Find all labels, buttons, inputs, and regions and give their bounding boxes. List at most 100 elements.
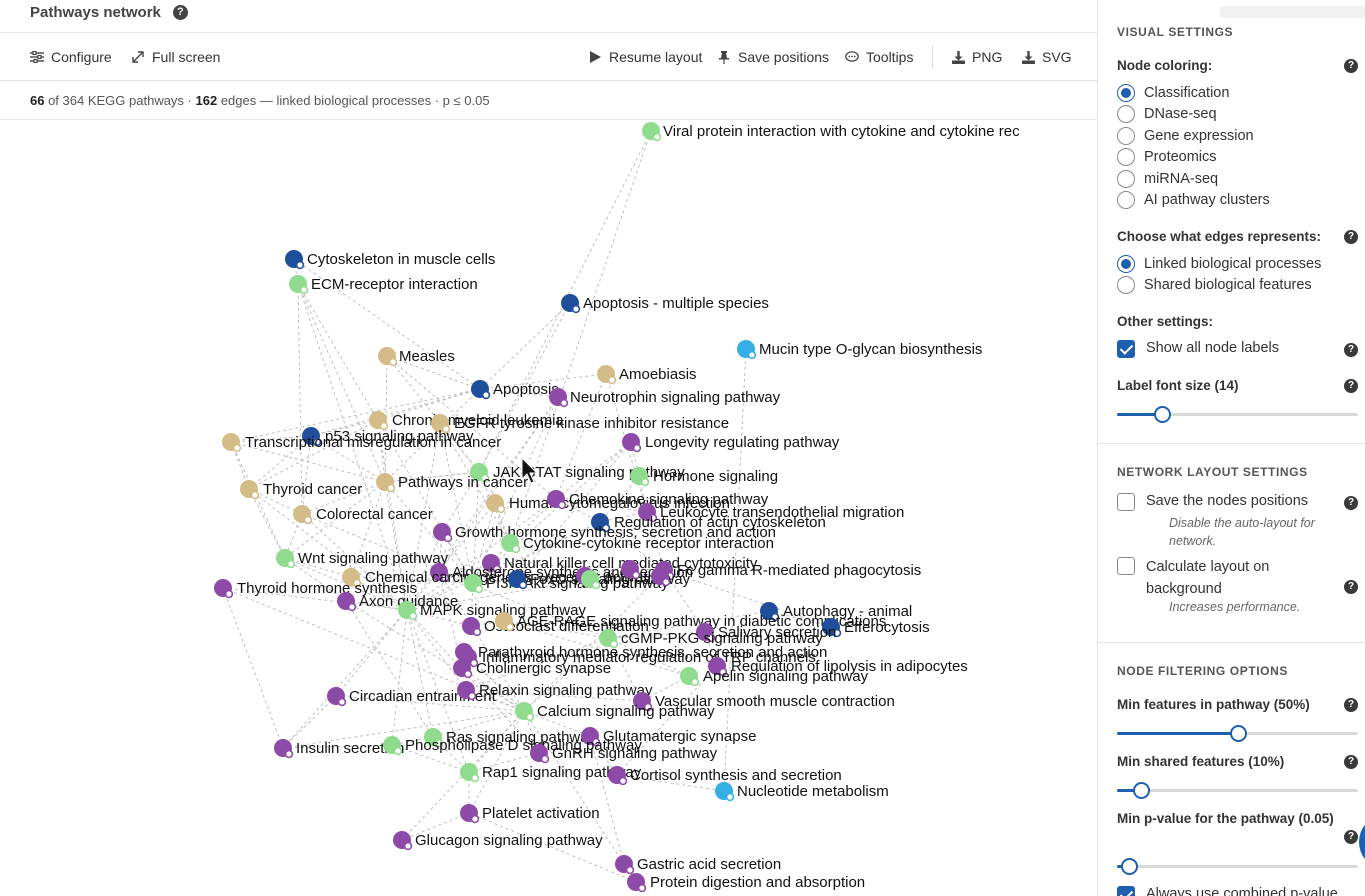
save-nodes-checkbox[interactable]: Save the nodes positions xyxy=(1117,493,1308,511)
slider-knob[interactable] xyxy=(1133,782,1150,799)
node-badge-icon xyxy=(388,357,398,367)
min-shared-help-icon[interactable]: ? xyxy=(1344,755,1358,769)
node-badge-icon xyxy=(661,577,671,587)
node-badge-icon xyxy=(540,754,550,764)
tooltips-button[interactable]: Tooltips xyxy=(845,33,913,81)
network-node-fc[interactable]: Fc gamma R-mediated phagocytosis xyxy=(655,561,921,581)
min-features-help-icon[interactable]: ? xyxy=(1344,698,1358,712)
network-node-relax[interactable]: Relaxin signaling pathway xyxy=(457,681,653,701)
network-node-egfr[interactable]: EGFR tyrosine kinase inhibitor resistanc… xyxy=(431,414,729,434)
network-node-neurot[interactable]: Neurotrophin signaling pathway xyxy=(549,388,781,408)
network-node-ecm[interactable]: ECM-receptor interaction xyxy=(289,275,478,295)
radio-circle[interactable] xyxy=(1117,84,1135,102)
min-pvalue-slider[interactable] xyxy=(1117,856,1358,876)
node-badge-icon xyxy=(474,584,484,594)
svg-button[interactable]: SVG xyxy=(1021,33,1072,81)
node-badge-icon xyxy=(232,443,242,453)
radio-circle[interactable] xyxy=(1117,276,1135,295)
min-features-slider[interactable] xyxy=(1117,723,1358,743)
radio-dnase-seq[interactable]: DNase-seq xyxy=(1117,104,1217,124)
configure-button[interactable]: Configure xyxy=(30,33,112,81)
network-node-color[interactable]: Colorectal cancer xyxy=(293,505,433,525)
radio-circle[interactable] xyxy=(1117,169,1135,188)
network-node-protdig[interactable]: Protein digestion and absorption xyxy=(627,873,865,893)
edges-help-icon[interactable]: ? xyxy=(1344,230,1358,244)
network-node-cci[interactable]: Cytokine-cytokine receptor interaction xyxy=(501,534,774,554)
save-positions-button[interactable]: Save positions xyxy=(717,33,829,81)
network-node-apop[interactable]: Apoptosis xyxy=(471,380,559,400)
network-edge xyxy=(479,302,571,390)
radio-ai-pathway-clusters[interactable]: AI pathway clusters xyxy=(1117,190,1270,210)
slider-knob[interactable] xyxy=(1121,858,1138,875)
network-node-chol[interactable]: Cholinergic synapse xyxy=(453,659,611,679)
radio-mirna-seq[interactable]: miRNA-seq xyxy=(1117,169,1218,189)
network-node-hormone[interactable]: Hormone signaling xyxy=(630,467,778,487)
network-node-gnrh[interactable]: GnRH signaling pathway xyxy=(530,744,718,764)
min-pvalue-help-icon[interactable]: ? xyxy=(1344,830,1358,844)
network-edge xyxy=(282,609,408,749)
network-node-cort[interactable]: Cortisol synthesis and secretion xyxy=(608,766,842,786)
network-node-transc[interactable]: Transcriptional misregulation in cancer xyxy=(222,433,501,453)
network-graph[interactable]: Viral protein interaction with cytokine … xyxy=(0,121,1097,896)
node-badge-icon xyxy=(386,483,396,493)
question-circle-icon[interactable]: ? xyxy=(172,4,188,20)
font-size-help-icon[interactable]: ? xyxy=(1344,379,1358,393)
node-coloring-help-icon[interactable]: ? xyxy=(1344,59,1358,73)
full-screen-button[interactable]: Full screen xyxy=(131,33,220,81)
checkbox-box[interactable] xyxy=(1117,886,1135,896)
save-nodes-help-icon[interactable]: ? xyxy=(1344,496,1358,510)
network-node-longev[interactable]: Longevity regulating pathway xyxy=(622,433,840,453)
network-node-apelin[interactable]: Apelin signaling pathway xyxy=(680,667,869,687)
network-node-wnt[interactable]: Wnt signaling pathway xyxy=(276,549,449,569)
min-shared-label: Min shared features (10%) xyxy=(1117,754,1285,769)
font-size-slider[interactable] xyxy=(1117,404,1358,424)
show-labels-help-icon[interactable]: ? xyxy=(1344,343,1358,357)
radio-circle[interactable] xyxy=(1117,148,1135,167)
radio-circle[interactable] xyxy=(1117,255,1135,273)
combined-pvalue-checkbox[interactable]: Always use combined p-value xyxy=(1117,886,1338,896)
resume-layout-button[interactable]: Resume layout xyxy=(588,33,702,81)
radio-circle[interactable] xyxy=(1117,105,1135,124)
edge-count: 162 xyxy=(195,93,218,108)
network-node-gastric[interactable]: Gastric acid secretion xyxy=(615,855,781,875)
radio-proteomics[interactable]: Proteomics xyxy=(1117,147,1217,167)
checkbox-box[interactable] xyxy=(1117,340,1135,358)
node-label: Cytoskeleton in muscle cells xyxy=(307,251,495,268)
radio-linked-biological-processes[interactable]: Linked biological processes xyxy=(1117,254,1321,274)
combined-pvalue-text: Always use combined p-value xyxy=(1146,886,1338,896)
network-node-amoeb[interactable]: Amoebiasis xyxy=(597,365,697,385)
show-labels-checkbox[interactable]: Show all node labels xyxy=(1117,340,1279,358)
radio-circle[interactable] xyxy=(1117,191,1135,209)
slider-knob[interactable] xyxy=(1230,725,1247,742)
network-node-cyto[interactable]: Cytoskeleton in muscle cells xyxy=(285,250,495,270)
node-badge-icon xyxy=(637,883,647,893)
slider-knob[interactable] xyxy=(1154,406,1171,423)
network-node-measles[interactable]: Measles xyxy=(378,347,455,367)
radio-circle[interactable] xyxy=(1117,126,1135,145)
radio-label: Linked biological processes xyxy=(1144,256,1322,272)
network-node-nucl[interactable]: Nucleotide metabolism xyxy=(715,782,889,802)
shown-total-text: of 364 KEGG pathways · xyxy=(44,93,196,108)
calc-background-help-icon[interactable]: ? xyxy=(1344,580,1358,594)
radio-gene-expression[interactable]: Gene expression xyxy=(1117,126,1254,146)
network-node-pic[interactable]: Pathways in cancer xyxy=(376,473,528,493)
node-badge-icon xyxy=(299,285,309,295)
network-node-viral[interactable]: Viral protein interaction with cytokine … xyxy=(642,122,1020,142)
network-node-glucag[interactable]: Glucagon signaling pathway xyxy=(393,831,603,851)
radio-classification[interactable]: Classification xyxy=(1117,83,1229,103)
network-node-apopms[interactable]: Apoptosis - multiple species xyxy=(561,294,769,314)
min-shared-slider[interactable] xyxy=(1117,780,1358,800)
svg-label: SVG xyxy=(1042,49,1072,65)
checkbox-box[interactable] xyxy=(1117,493,1135,511)
floating-action-button[interactable] xyxy=(1359,818,1365,866)
radio-shared-biological-features[interactable]: Shared biological features xyxy=(1117,275,1312,295)
png-button[interactable]: PNG xyxy=(951,33,1002,81)
network-node-thyrc[interactable]: Thyroid cancer xyxy=(240,480,362,500)
calc-background-checkbox[interactable]: Calculate layout on background xyxy=(1117,556,1317,600)
network-node-plate[interactable]: Platelet activation xyxy=(460,804,600,824)
network-node-mucin[interactable]: Mucin type O-glycan biosynthesis xyxy=(737,340,982,360)
node-label: Transcriptional misregulation in cancer xyxy=(245,434,501,451)
checkbox-box[interactable] xyxy=(1117,557,1135,575)
pin-icon xyxy=(717,50,731,64)
network-node-calc[interactable]: Calcium signaling pathway xyxy=(515,702,715,722)
